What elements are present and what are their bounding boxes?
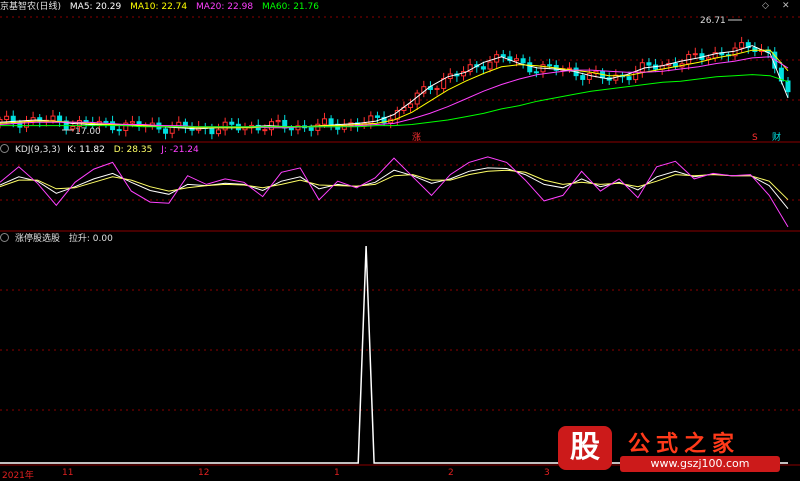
- x-tick-label: 12: [198, 468, 210, 478]
- lashen-label: 拉升: 0.00: [68, 234, 113, 244]
- kdj-lines: [0, 156, 789, 228]
- s-marker: S: [752, 133, 758, 143]
- candle-body: [752, 47, 758, 52]
- signal-name: 涨停股选股: [15, 234, 61, 244]
- candle-body: [739, 42, 745, 49]
- x-tick-label: 1: [334, 468, 340, 478]
- ma10-label: MA10: 22.74: [130, 2, 188, 12]
- candle-body: [229, 121, 235, 125]
- candle-body: [275, 119, 281, 123]
- chart-stage: 26.71 17.00 涨 S 财: [0, 16, 800, 466]
- candle-body: [566, 67, 572, 70]
- candle-body: [315, 123, 321, 131]
- series-k-line: [0, 167, 789, 210]
- series-ma5-line: [0, 45, 789, 130]
- series-d-line: [0, 169, 789, 201]
- candle-body: [216, 129, 222, 135]
- candle-body: [533, 71, 539, 74]
- series-ma10-line: [0, 49, 789, 129]
- ma20-label: MA20: 22.98: [196, 2, 254, 12]
- candle-body: [520, 58, 526, 64]
- candle-body: [547, 64, 553, 67]
- candle-body: [434, 87, 440, 90]
- candle-body: [50, 115, 56, 121]
- candle-body: [514, 58, 520, 62]
- candle-body: [692, 53, 698, 56]
- candle-body: [57, 115, 63, 122]
- candle-body: [103, 120, 109, 123]
- candle-body: [209, 127, 215, 135]
- candle-body: [222, 121, 228, 131]
- ma60-label: MA60: 21.76: [261, 2, 319, 12]
- candle-body: [408, 103, 414, 108]
- candle-body: [639, 62, 645, 73]
- candle-body: [646, 62, 652, 66]
- candle-body: [487, 61, 493, 70]
- stock-name: 京基智农(日线): [0, 2, 62, 12]
- candle-body: [116, 129, 122, 132]
- candle-body: [480, 66, 486, 70]
- low-label: 17.00: [75, 127, 101, 137]
- indicator-toggle-icon[interactable]: [0, 144, 9, 153]
- candle-body: [262, 129, 268, 132]
- candle-body: [163, 128, 169, 134]
- candle-body: [633, 71, 639, 81]
- signal-panel-header: 涨停股选股 拉升: 0.00: [0, 232, 119, 246]
- candle-body: [308, 127, 314, 131]
- high-label: 26.71: [700, 16, 726, 26]
- price-panel-header: 京基智农(日线) MA5: 20.29 MA10: 22.74 MA20: 22…: [0, 0, 325, 14]
- candle-body: [288, 127, 294, 131]
- panel-close-icon[interactable]: ✕: [782, 1, 790, 11]
- x-tick-label: 2: [448, 468, 454, 478]
- logo-mark: 股: [558, 426, 612, 470]
- moving-average-lines: [0, 45, 789, 130]
- watermark-logo: 股 公式之家 www.gszj100.com: [556, 424, 782, 474]
- candle-body: [785, 80, 791, 93]
- kdj-panel-header: KDJ(9,3,3) K: 11.82 D: 28.35 J: -21.24: [0, 143, 205, 157]
- candle-body: [321, 118, 327, 125]
- x-tick-label: 2021年: [2, 471, 34, 481]
- price-annotations: 26.71 17.00 涨 S 财: [62, 16, 781, 143]
- cai-marker: 财: [772, 131, 781, 143]
- candle-body: [626, 76, 632, 81]
- j-label: J: -21.24: [161, 145, 199, 155]
- k-label: K: 11.82: [67, 145, 105, 155]
- candle-body: [4, 115, 10, 120]
- logo-url: www.gszj100.com: [620, 456, 780, 472]
- series-j-line: [0, 156, 789, 228]
- indicator-toggle-icon[interactable]: [0, 233, 9, 242]
- series-ma60-line: [0, 74, 789, 128]
- x-tick-label: 3: [544, 468, 550, 478]
- candle-body: [129, 121, 135, 124]
- logo-text: 公式之家: [628, 432, 741, 457]
- kdj-name: KDJ(9,3,3): [15, 145, 61, 155]
- ma5-label: MA5: 20.29: [69, 2, 122, 12]
- candle-body: [527, 62, 533, 73]
- candle-body: [586, 72, 592, 80]
- grid-lines: [0, 16, 800, 466]
- d-label: D: 28.35: [113, 145, 153, 155]
- candle-body: [580, 75, 586, 80]
- candle-body: [328, 118, 334, 125]
- zhang-marker: 涨: [412, 132, 421, 143]
- panel-up-icon[interactable]: ◇: [762, 1, 769, 11]
- x-tick-label: 11: [62, 468, 74, 478]
- candle-body: [374, 115, 380, 118]
